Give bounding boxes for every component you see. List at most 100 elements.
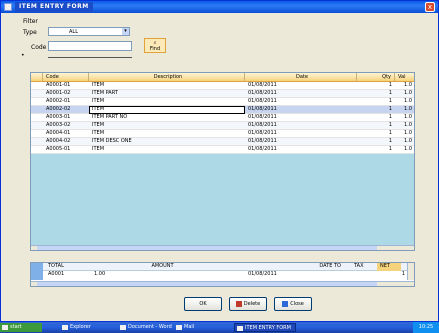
val-cell[interactable]: 1.0: [395, 90, 414, 97]
qty-cell[interactable]: 1: [357, 106, 395, 113]
ok-button[interactable]: OK: [184, 297, 222, 311]
table-row[interactable]: A0002-01 ITEM 01/08/2011 1 1.0: [31, 98, 414, 106]
row-number-cell[interactable]: [31, 146, 43, 153]
field-divider: [48, 57, 132, 58]
summary-net-header: NET: [377, 263, 401, 271]
window-title: ITEM ENTRY FORM: [15, 2, 93, 12]
description-cell[interactable]: ITEM: [89, 130, 245, 137]
description-cell[interactable]: ITEM: [89, 146, 245, 153]
column-header-val[interactable]: Val: [395, 73, 414, 81]
date-cell[interactable]: 01/08/2011: [245, 146, 357, 153]
date-cell[interactable]: 01/08/2011: [245, 114, 357, 121]
exit-icon: [282, 300, 289, 307]
date-cell[interactable]: 01/08/2011: [245, 98, 357, 105]
table-row[interactable]: A0004-02 ITEM DESC ONE 01/08/2011 1 1.0: [31, 138, 414, 146]
table-row[interactable]: A0004-01 ITEM 01/08/2011 1 1.0: [31, 130, 414, 138]
table-row[interactable]: A0005-01 ITEM 01/08/2011 1 1.0: [31, 146, 414, 154]
table-row[interactable]: A0001-01 ITEM 01/08/2011 1 1.0: [31, 82, 414, 90]
code-cell[interactable]: A0005-01: [43, 146, 89, 153]
summary-horizontal-scrollbar[interactable]: [31, 281, 414, 286]
description-cell[interactable]: ITEM: [89, 82, 245, 89]
description-cell[interactable]: ITEM PART: [89, 90, 245, 97]
code-cell[interactable]: A0004-02: [43, 138, 89, 145]
val-cell[interactable]: 1.0: [395, 106, 414, 113]
row-number-cell[interactable]: [31, 106, 43, 113]
summary-grid[interactable]: TOTAL AMOUNT DATE TO TAX NET A0001 1.00 …: [30, 262, 415, 287]
description-cell[interactable]: ITEM: [89, 98, 245, 105]
table-row[interactable]: A0003-01 ITEM PART NO 01/08/2011 1 1.0: [31, 114, 414, 122]
row-number-cell[interactable]: [31, 130, 43, 137]
code-label: Code: [31, 44, 47, 51]
system-clock: 10:25: [413, 322, 439, 333]
table-row[interactable]: A0001-02 ITEM PART 01/08/2011 1 1.0: [31, 90, 414, 98]
close-button[interactable]: Close: [274, 297, 312, 311]
items-grid[interactable]: Code Description Date Qty Val A0001-01 IT…: [30, 72, 415, 251]
qty-cell[interactable]: 1: [357, 98, 395, 105]
code-cell[interactable]: A0003-02: [43, 122, 89, 129]
delete-button[interactable]: Delete: [229, 297, 267, 311]
row-number-cell[interactable]: [31, 98, 43, 105]
qty-cell[interactable]: 1: [357, 122, 395, 129]
row-number-cell[interactable]: [31, 82, 43, 89]
column-header-date[interactable]: Date: [245, 73, 357, 81]
scrollbar-thumb[interactable]: [37, 282, 377, 286]
chevron-down-icon[interactable]: ▾: [122, 28, 129, 35]
column-header-qty[interactable]: Qty: [357, 73, 395, 81]
val-cell[interactable]: 1.0: [395, 146, 414, 153]
date-cell[interactable]: 01/08/2011: [245, 138, 357, 145]
column-header-description[interactable]: Description: [89, 73, 245, 81]
qty-cell[interactable]: 1: [357, 82, 395, 89]
val-cell[interactable]: 1.0: [395, 130, 414, 137]
row-number-cell[interactable]: [31, 138, 43, 145]
date-cell[interactable]: 01/08/2011: [245, 82, 357, 89]
date-cell[interactable]: 01/08/2011: [245, 130, 357, 137]
val-cell[interactable]: 1.0: [395, 98, 414, 105]
row-number-cell[interactable]: [31, 122, 43, 129]
date-cell[interactable]: 01/08/2011: [245, 90, 357, 97]
val-cell[interactable]: 1.0: [395, 138, 414, 145]
table-row[interactable]: A0003-02 ITEM 01/08/2011 1 1.0: [31, 122, 414, 130]
row-number-cell[interactable]: [31, 90, 43, 97]
qty-cell[interactable]: 1: [357, 130, 395, 137]
val-cell[interactable]: 1.0: [395, 82, 414, 89]
summary-vertical-scrollbar[interactable]: [407, 263, 414, 280]
taskbar-item-explorer[interactable]: Explorer: [60, 323, 118, 332]
qty-cell[interactable]: 1: [357, 138, 395, 145]
qty-cell[interactable]: 1: [357, 90, 395, 97]
qty-cell[interactable]: 1: [357, 114, 395, 121]
type-label: Type: [23, 29, 37, 36]
taskbar-item-item-entry[interactable]: ITEM ENTRY FORM: [234, 323, 296, 332]
scrollbar-thumb[interactable]: [37, 246, 377, 250]
code-cell[interactable]: A0002-01: [43, 98, 89, 105]
code-cell[interactable]: A0001-02: [43, 90, 89, 97]
column-header-code[interactable]: Code: [43, 73, 89, 81]
code-cell[interactable]: A0004-01: [43, 130, 89, 137]
start-button[interactable]: start: [0, 323, 42, 332]
description-cell[interactable]: ITEM: [89, 106, 245, 113]
grid-horizontal-scrollbar[interactable]: [31, 245, 414, 250]
code-cell[interactable]: A0002-02: [43, 106, 89, 113]
type-dropdown[interactable]: ALL ▾: [48, 27, 130, 36]
summary-header: TOTAL AMOUNT DATE TO TAX: [31, 263, 414, 271]
find-button[interactable]: ⌕ Find: [144, 38, 166, 53]
taskbar-item-mail[interactable]: Mail: [174, 323, 232, 332]
description-cell[interactable]: ITEM PART NO: [89, 114, 245, 121]
type-dropdown-value: ALL: [69, 29, 78, 35]
code-cell[interactable]: A0003-01: [43, 114, 89, 121]
description-cell[interactable]: ITEM DESC ONE: [89, 138, 245, 145]
description-cell[interactable]: ITEM: [89, 122, 245, 129]
val-cell[interactable]: 1.0: [395, 122, 414, 129]
qty-cell[interactable]: 1: [357, 146, 395, 153]
summary-row[interactable]: A0001 1.00 01/08/2011 1: [31, 271, 414, 280]
code-input[interactable]: [48, 41, 132, 51]
row-number-cell[interactable]: [31, 114, 43, 121]
taskbar-item-word[interactable]: Document - Word: [118, 323, 174, 332]
table-row[interactable]: A0002-02 ITEM 01/08/2011 1 1.0: [31, 106, 414, 114]
close-window-button[interactable]: x: [425, 2, 435, 12]
date-cell[interactable]: 01/08/2011: [245, 106, 357, 113]
summary-header-total: TOTAL: [48, 263, 64, 269]
val-cell[interactable]: 1.0: [395, 114, 414, 121]
date-cell[interactable]: 01/08/2011: [245, 122, 357, 129]
code-cell[interactable]: A0001-01: [43, 82, 89, 89]
title-bar[interactable]: ITEM ENTRY FORM x: [1, 1, 438, 13]
